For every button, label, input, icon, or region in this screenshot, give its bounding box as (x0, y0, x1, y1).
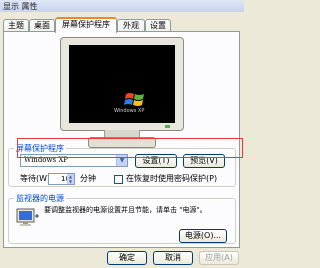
monitor-preview: Windows XP (60, 37, 184, 149)
monitor-power-icon (16, 208, 39, 226)
apply-button[interactable]: 应用(A) (199, 251, 239, 265)
tab-strip: 主题 桌面 屏幕保护程序 外观 设置 (3, 17, 239, 33)
spinner-arrows-icon[interactable]: ▲ ▼ (67, 174, 74, 184)
password-checkbox[interactable] (114, 175, 123, 184)
windows-logo-icon (124, 93, 144, 106)
power-group-legend: 监视器的电源 (14, 193, 66, 204)
power-description: 要调整监视器的电源设置并且节能，请单击 "电源"。 (44, 206, 207, 214)
title-bar: 显示 属性 (0, 0, 244, 12)
power-led (165, 125, 170, 128)
wait-minutes-spinner[interactable]: 10 ▲ ▼ (48, 173, 75, 185)
monitor-bezel: Windows XP (60, 37, 184, 131)
cancel-button[interactable]: 取消 (153, 251, 193, 265)
tab-screensaver[interactable]: 屏幕保护程序 (55, 17, 117, 33)
wait-unit-label: 分钟 (80, 174, 96, 183)
highlight-box (17, 138, 243, 158)
preview-logo-text: Windows XP (114, 108, 145, 114)
power-button[interactable]: 电源(O)... (179, 229, 227, 243)
window-title: 显示 属性 (3, 2, 38, 11)
password-checkbox-label[interactable]: 在恢复时使用密码保护(P) (126, 174, 217, 184)
ok-button[interactable]: 确定 (107, 251, 147, 265)
preview-screen: Windows XP (69, 45, 175, 123)
